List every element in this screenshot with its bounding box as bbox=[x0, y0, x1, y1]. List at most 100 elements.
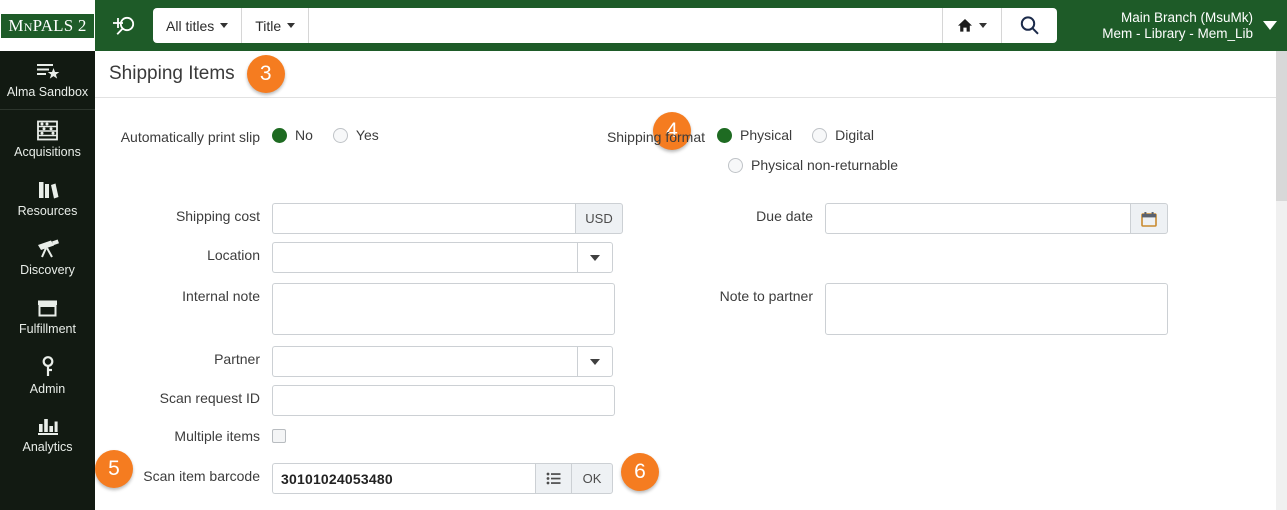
logo-cell: MnPALS 2 bbox=[0, 0, 95, 51]
location-dropdown-button[interactable] bbox=[577, 242, 613, 273]
radio-auto-print-no-label: No bbox=[295, 127, 313, 143]
sidebar-item-analytics[interactable]: Analytics bbox=[0, 405, 95, 464]
shipping-format-row-1: Physical Digital bbox=[717, 124, 910, 143]
sidebar-item-label: Analytics bbox=[22, 440, 73, 454]
abacus-icon bbox=[37, 120, 58, 141]
page-scrollbar-thumb[interactable] bbox=[1276, 51, 1287, 201]
scan-item-barcode-group: OK bbox=[272, 463, 613, 494]
note-to-partner-wrap bbox=[825, 283, 1168, 340]
shipping-items-form: Automatically print slip No Yes Shipping… bbox=[95, 98, 1276, 510]
automatically-print-slip-radios: No Yes bbox=[272, 124, 391, 143]
shipping-format-row-2: Physical non-returnable bbox=[717, 143, 910, 173]
radio-auto-print-yes-label: Yes bbox=[355, 127, 379, 143]
scan-request-id-input[interactable] bbox=[272, 385, 615, 416]
note-to-partner-label: Note to partner bbox=[719, 288, 813, 304]
chevron-down-icon bbox=[590, 254, 600, 261]
field-location: Location bbox=[95, 242, 613, 273]
scope-all-titles-dropdown[interactable]: All titles bbox=[153, 8, 243, 43]
chevron-down-icon bbox=[979, 23, 987, 28]
sidebar-item-label: Admin bbox=[29, 381, 66, 396]
page-scrollbar[interactable] bbox=[1276, 51, 1287, 510]
top-bar: MnPALS 2 All titles Title Main Branch (M… bbox=[0, 0, 1287, 51]
location-input[interactable] bbox=[272, 242, 577, 273]
search-icon bbox=[1020, 16, 1039, 35]
sidebar: Alma Sandbox Acquisitions Resources Disc… bbox=[0, 51, 95, 510]
chevron-down-icon bbox=[590, 358, 600, 365]
callout-badge-6: 6 bbox=[621, 453, 659, 491]
app-logo[interactable]: MnPALS 2 bbox=[1, 13, 94, 38]
field-note-to-partner: Note to partner bbox=[565, 283, 1168, 340]
chevron-down-icon bbox=[220, 23, 229, 28]
radio-shipping-format-physical-non-returnable-label: Physical non-returnable bbox=[751, 157, 899, 173]
sidebar-item-label: Alma Sandbox bbox=[6, 85, 89, 99]
sidebar-item-label: Fulfillment bbox=[19, 321, 76, 336]
due-date-label: Due date bbox=[756, 208, 813, 224]
shipping-cost-input[interactable] bbox=[272, 203, 575, 234]
advanced-search-icon[interactable] bbox=[95, 0, 153, 51]
sidebar-item-fulfillment[interactable]: Fulfillment bbox=[0, 287, 95, 346]
sidebar-item-acquisitions[interactable]: Acquisitions bbox=[0, 110, 95, 169]
partner-dropdown-button[interactable] bbox=[577, 346, 613, 377]
sidebar-item-resources[interactable]: Resources bbox=[0, 169, 95, 228]
scan-item-barcode-list-button[interactable] bbox=[535, 463, 571, 494]
scope-field-dropdown[interactable]: Title bbox=[242, 8, 310, 43]
radio-auto-print-yes[interactable] bbox=[332, 127, 348, 143]
bar-chart-icon bbox=[37, 419, 58, 435]
radio-shipping-format-digital-label: Digital bbox=[835, 127, 875, 143]
main-content: Shipping Items 3 Automatically print sli… bbox=[95, 51, 1276, 510]
radio-auto-print-no[interactable] bbox=[272, 127, 287, 143]
scan-request-id-wrap bbox=[272, 385, 615, 416]
field-due-date: Due date bbox=[565, 203, 1168, 234]
radio-shipping-format-physical-non-returnable[interactable] bbox=[728, 157, 743, 173]
user-institution-block[interactable]: Main Branch (MsuMk) Mem - Library - Mem_… bbox=[1102, 10, 1287, 42]
chevron-down-icon bbox=[287, 23, 296, 28]
multiple-items-checkbox[interactable] bbox=[272, 429, 286, 443]
radio-shipping-format-physical-label: Physical bbox=[740, 127, 793, 143]
due-date-input[interactable] bbox=[825, 203, 1130, 234]
partner-label: Partner bbox=[214, 351, 260, 367]
field-shipping-cost: Shipping cost USD bbox=[95, 203, 623, 234]
internal-note-label: Internal note bbox=[182, 288, 260, 304]
sidebar-item-label: Acquisitions bbox=[14, 145, 81, 159]
sidebar-item-admin[interactable]: Admin bbox=[0, 346, 95, 405]
scope-field-label: Title bbox=[255, 17, 282, 34]
home-scope-button[interactable] bbox=[942, 8, 1001, 43]
box-icon bbox=[38, 300, 57, 316]
sidebar-item-label: Discovery bbox=[20, 263, 75, 277]
search-submit-button[interactable] bbox=[1001, 8, 1057, 43]
partner-input[interactable] bbox=[272, 346, 577, 377]
shipping-cost-label: Shipping cost bbox=[175, 208, 260, 224]
key-icon bbox=[42, 355, 53, 376]
books-icon bbox=[38, 182, 58, 199]
multiple-items-wrap bbox=[272, 423, 286, 448]
partner-group bbox=[272, 346, 613, 377]
sidebar-item-discovery[interactable]: Discovery bbox=[0, 228, 95, 287]
location-label: Location bbox=[207, 247, 260, 263]
home-icon bbox=[958, 19, 972, 32]
telescope-icon bbox=[37, 239, 59, 258]
note-to-partner-textarea[interactable] bbox=[825, 283, 1168, 335]
automatically-print-slip-label: Automatically print slip bbox=[120, 129, 260, 145]
field-multiple-items: Multiple items bbox=[95, 423, 286, 448]
user-menu-chevron-down-icon[interactable] bbox=[1263, 21, 1277, 30]
user-institution-lines: Main Branch (MsuMk) Mem - Library - Mem_… bbox=[1102, 10, 1253, 42]
due-date-calendar-button[interactable] bbox=[1130, 203, 1168, 234]
search-bar: All titles Title bbox=[153, 8, 1057, 43]
sidebar-item-label: Resources bbox=[17, 204, 78, 218]
location-group bbox=[272, 242, 613, 273]
page-title: Shipping Items bbox=[109, 63, 235, 84]
field-partner: Partner bbox=[95, 346, 613, 377]
scan-request-id-label: Scan request ID bbox=[159, 390, 260, 406]
radio-shipping-format-physical[interactable] bbox=[717, 127, 732, 143]
multiple-items-label: Multiple items bbox=[174, 428, 260, 444]
scan-item-barcode-input[interactable] bbox=[272, 463, 535, 494]
shipping-format-radios: Physical Digital Physical non-returnable bbox=[717, 124, 910, 173]
search-input[interactable] bbox=[319, 16, 932, 35]
sidebar-item-alma-sandbox[interactable]: Alma Sandbox bbox=[0, 51, 95, 110]
scan-item-barcode-label: Scan item barcode bbox=[143, 468, 260, 484]
internal-note-textarea[interactable] bbox=[272, 283, 615, 335]
scan-item-barcode-ok-button[interactable]: OK bbox=[571, 463, 613, 494]
radio-shipping-format-digital[interactable] bbox=[812, 127, 828, 143]
field-shipping-format: Shipping format Physical Digital Physica… bbox=[565, 124, 910, 173]
calendar-icon bbox=[1141, 211, 1157, 227]
